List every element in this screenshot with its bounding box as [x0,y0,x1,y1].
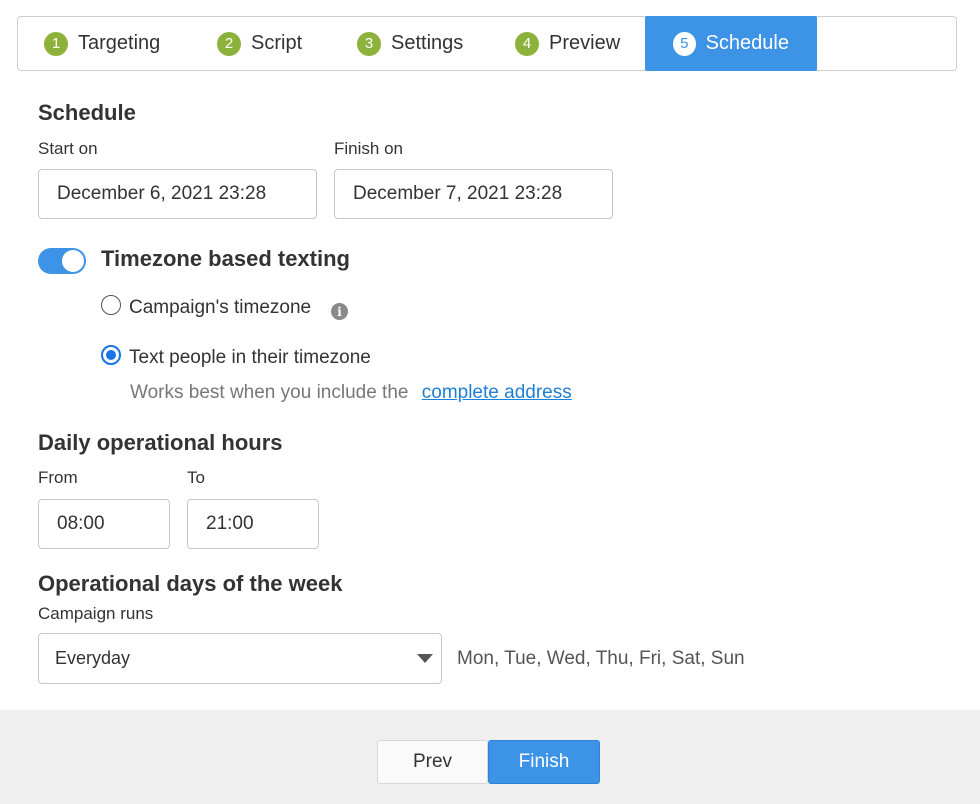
to-time-input[interactable]: 21:00 [187,499,319,549]
step-label: Script [251,32,303,54]
step-number: 4 [515,31,539,56]
step-settings[interactable]: 3 Settings [357,17,463,70]
from-time-input[interactable]: 08:00 [38,499,170,549]
people-timezone-radio[interactable] [101,345,121,365]
chevron-down-icon [417,654,433,663]
campaign-timezone-label: Campaign's timezone [129,297,312,318]
people-timezone-label: Text people in their timezone [129,347,371,368]
step-label: Preview [549,32,621,54]
from-label: From [38,468,78,487]
step-number: 2 [217,31,241,56]
step-label: Schedule [705,32,789,54]
finish-button[interactable]: Finish [488,740,600,784]
timezone-toggle-label: Timezone based texting [101,246,350,271]
to-label: To [187,468,205,487]
step-number: 1 [44,31,68,56]
schedule-heading: Schedule [38,100,136,125]
finish-on-label: Finish on [334,139,403,158]
campaign-runs-select[interactable]: Everyday [38,633,442,684]
step-schedule[interactable]: 5 Schedule [645,16,817,71]
prev-button[interactable]: Prev [377,740,488,784]
timezone-hint: Works best when you include the complete… [130,382,572,404]
days-summary: Mon, Tue, Wed, Thu, Fri, Sat, Sun [457,648,745,669]
select-value: Everyday [55,648,131,668]
hint-text: Works best when you include the [130,382,409,403]
operational-days-heading: Operational days of the week [38,571,343,596]
start-on-label: Start on [38,139,98,158]
start-date-input[interactable]: December 6, 2021 23:28 [38,169,317,219]
campaign-runs-label: Campaign runs [38,604,154,623]
campaign-timezone-radio[interactable] [101,295,121,315]
step-script[interactable]: 2 Script [217,17,302,70]
finish-date-input[interactable]: December 7, 2021 23:28 [334,169,613,219]
wizard-stepper: 1 Targeting 2 Script 3 Settings 4 Previe… [17,16,957,71]
step-number: 3 [357,31,381,56]
step-label: Settings [391,32,464,54]
step-label: Targeting [78,32,161,54]
complete-address-link[interactable]: complete address [422,382,572,403]
timezone-toggle[interactable] [38,248,86,274]
daily-hours-heading: Daily operational hours [38,430,283,455]
step-number: 5 [673,31,696,56]
step-preview[interactable]: 4 Preview [515,17,620,70]
step-targeting[interactable]: 1 Targeting [44,17,160,70]
info-icon[interactable]: i [331,303,348,320]
toggle-knob [62,250,84,272]
